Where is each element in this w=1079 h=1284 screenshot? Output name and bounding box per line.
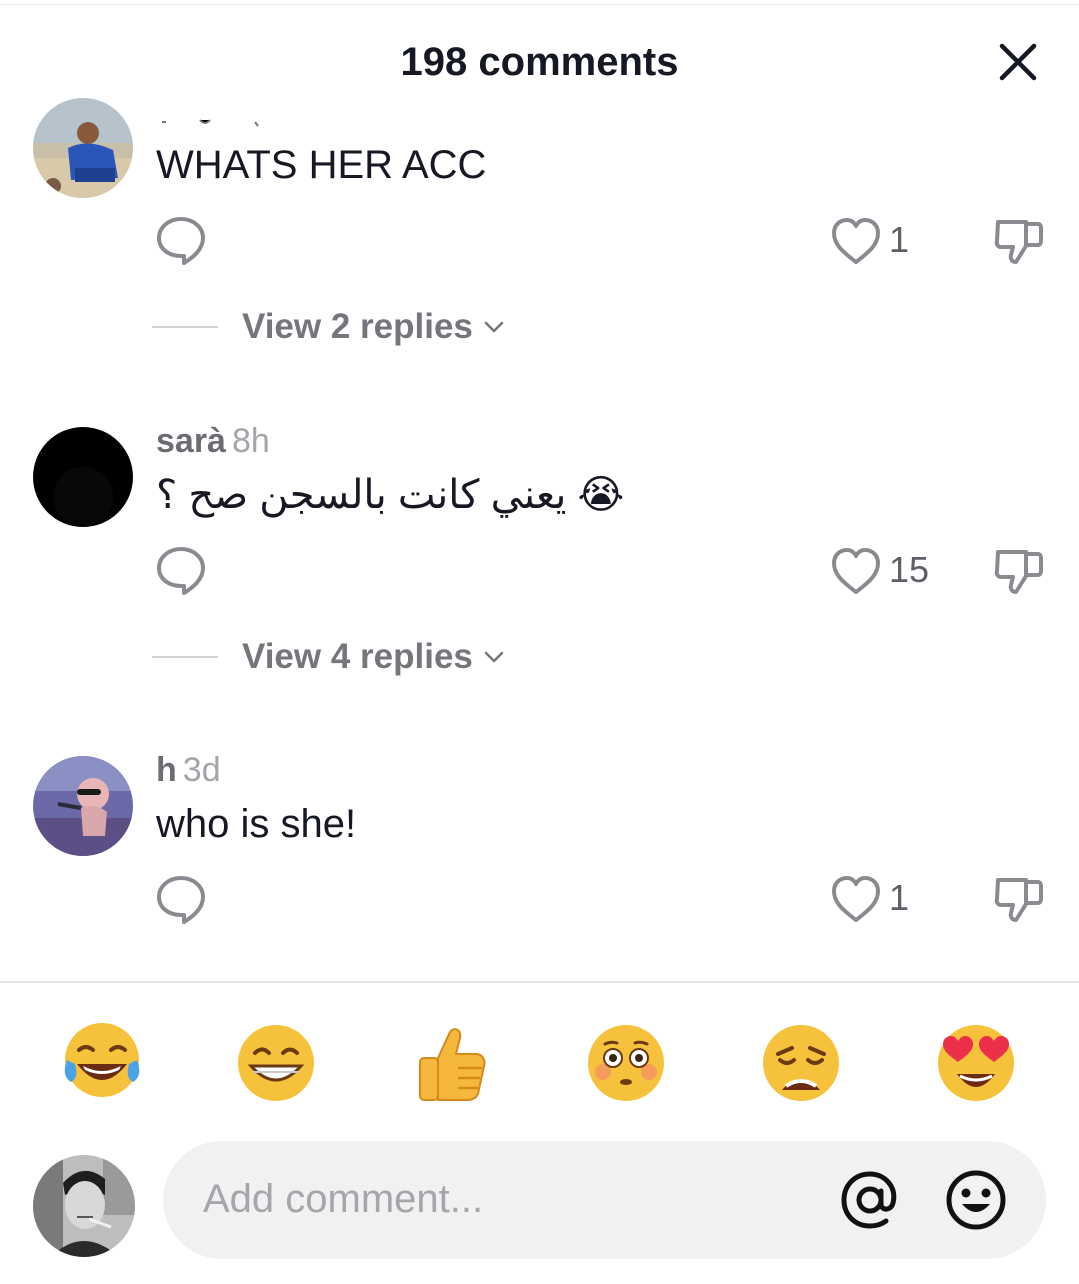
comment-input[interactable]: Add comment... xyxy=(163,1141,1046,1259)
emoji-thumbs-up-button[interactable] xyxy=(406,1018,496,1108)
comment-header: sarà 8h xyxy=(156,421,270,461)
like-button[interactable] xyxy=(830,546,882,596)
avatar[interactable] xyxy=(33,756,133,856)
like-count: 15 xyxy=(889,549,930,590)
comment-text: يعني كانت بالسجن صح ؟ 😭 xyxy=(156,473,625,517)
chevron-down-icon xyxy=(484,651,504,663)
top-divider xyxy=(0,4,1079,5)
composer-divider xyxy=(0,981,1079,983)
quick-emoji-bar xyxy=(0,1018,1079,1108)
emoji-grin-button[interactable] xyxy=(231,1018,321,1108)
view-replies-button[interactable]: View 4 replies xyxy=(152,635,505,679)
chevron-down-icon xyxy=(484,321,504,333)
mention-button[interactable] xyxy=(839,1169,901,1231)
heart-outline-icon xyxy=(832,876,880,922)
comment-text: who is she! xyxy=(156,802,357,846)
replies-divider xyxy=(152,326,218,328)
emoji-weary-button[interactable] xyxy=(756,1018,846,1108)
close-button[interactable] xyxy=(992,36,1044,88)
heart-eyes-emoji-icon xyxy=(938,1025,1014,1101)
emoji-heart-eyes-button[interactable] xyxy=(931,1018,1021,1108)
speech-bubble-icon xyxy=(157,547,205,595)
dislike-button[interactable] xyxy=(992,214,1046,268)
thumbs-down-icon xyxy=(994,550,1043,594)
flushed-emoji-icon xyxy=(588,1025,664,1101)
dislike-button[interactable] xyxy=(992,872,1046,926)
emoji-flushed-button[interactable] xyxy=(581,1018,671,1108)
heart-outline-icon xyxy=(832,548,880,594)
grin-emoji-icon xyxy=(238,1025,314,1101)
avatar[interactable] xyxy=(33,98,133,198)
timestamp: 8h xyxy=(231,422,270,460)
view-replies-label: View 4 replies xyxy=(242,637,473,676)
comment-header: h 3d xyxy=(156,750,221,790)
username[interactable]: sarà xyxy=(156,422,226,460)
reply-button[interactable] xyxy=(155,873,207,925)
view-replies-label: View 2 replies xyxy=(242,307,473,346)
thumbs-down-icon xyxy=(994,878,1043,922)
like-count: 1 xyxy=(889,877,910,918)
like-button[interactable] xyxy=(830,216,882,266)
timestamp: 3d xyxy=(182,751,221,789)
username[interactable]: h xyxy=(156,751,177,789)
replies-divider xyxy=(152,656,218,658)
joy-emoji-icon xyxy=(64,1023,140,1097)
heart-outline-icon xyxy=(832,218,880,264)
current-user-avatar[interactable] xyxy=(33,1155,135,1257)
view-replies-button[interactable]: View 2 replies xyxy=(152,305,505,349)
avatar[interactable] xyxy=(33,427,133,527)
reply-button[interactable] xyxy=(155,214,207,266)
like-count: 1 xyxy=(889,219,910,260)
emoji-joy-button[interactable] xyxy=(57,1018,147,1108)
comment-text: WHATS HER ACC xyxy=(156,143,487,187)
reply-button[interactable] xyxy=(155,544,207,596)
at-sign-icon xyxy=(841,1171,897,1229)
speech-bubble-icon xyxy=(157,876,205,924)
close-icon xyxy=(999,43,1037,81)
emoji-picker-button[interactable] xyxy=(944,1168,1008,1232)
clipped-username xyxy=(160,116,280,130)
speech-bubble-icon xyxy=(157,217,205,265)
comment-input-placeholder: Add comment... xyxy=(203,1177,484,1221)
like-button[interactable] xyxy=(830,874,882,924)
dislike-button[interactable] xyxy=(992,544,1046,598)
thumbs-up-emoji-icon xyxy=(419,1028,486,1101)
comments-count-title: 198 comments xyxy=(400,40,679,84)
weary-emoji-icon xyxy=(763,1025,839,1101)
smiley-icon xyxy=(946,1170,1006,1230)
thumbs-down-icon xyxy=(994,220,1043,264)
